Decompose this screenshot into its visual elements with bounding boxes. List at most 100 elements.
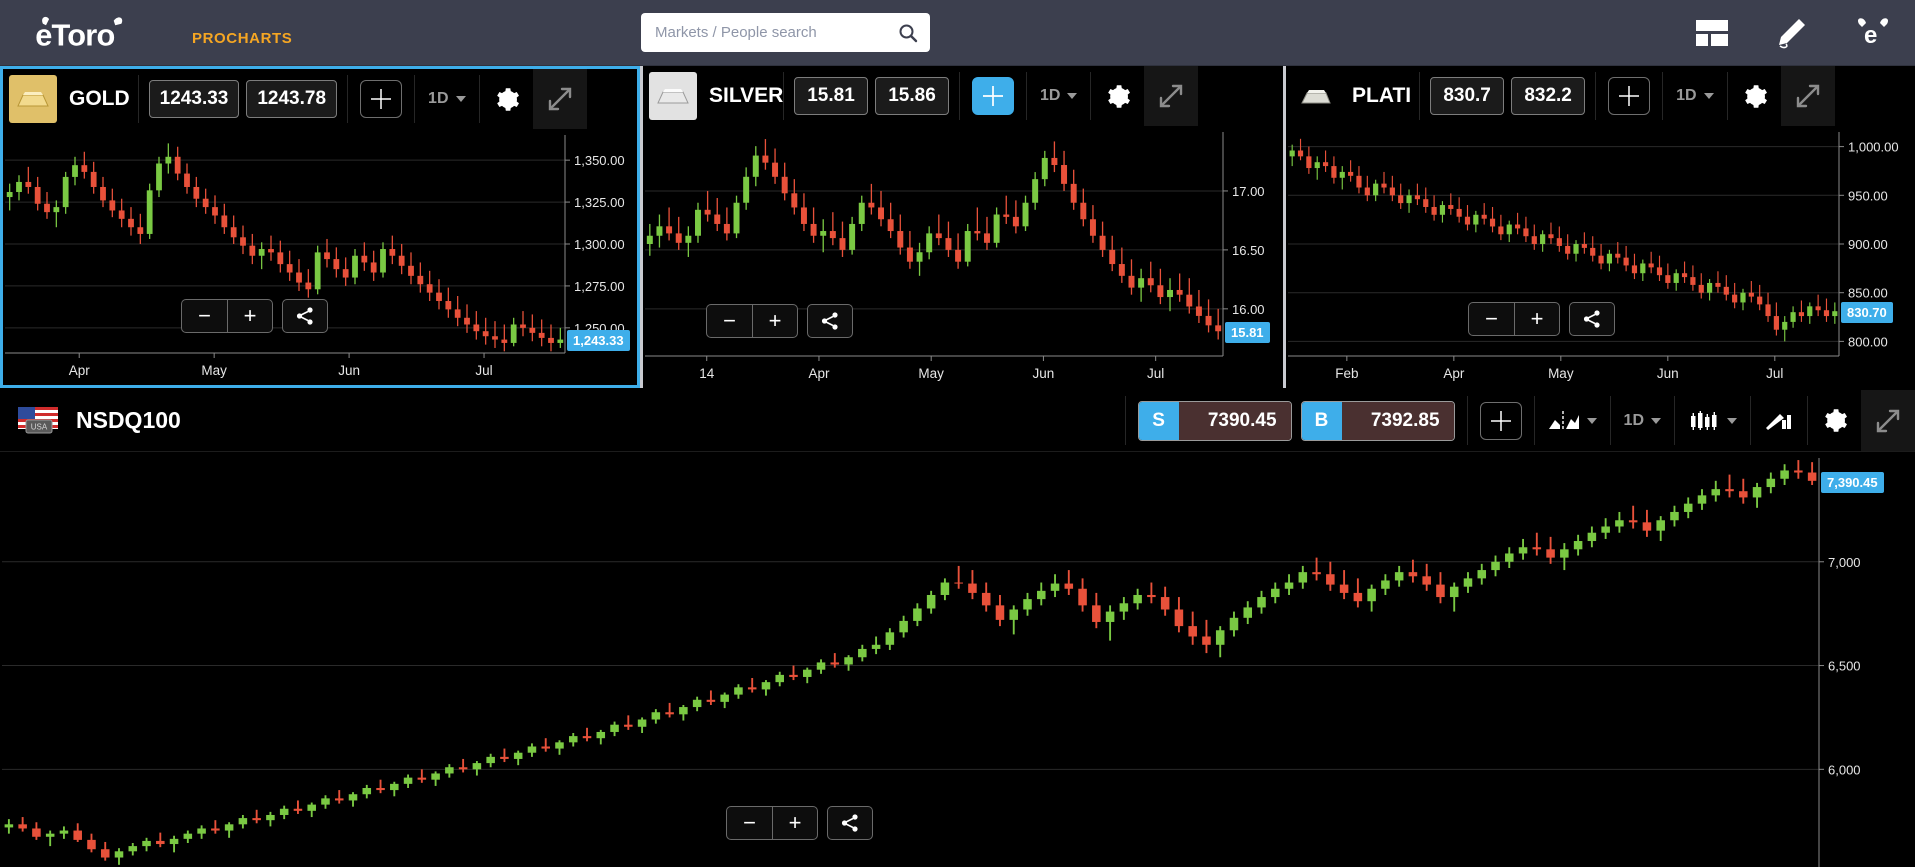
chart-body-platinum[interactable]: 1,000.00950.00900.00850.00800.00FebAprMa… bbox=[1286, 126, 1915, 388]
chart-panel-gold[interactable]: GOLD 1243.33 1243.78 1D bbox=[0, 66, 640, 388]
expand-icon bbox=[1875, 408, 1901, 434]
current-price-badge: 830.70 bbox=[1841, 302, 1893, 323]
price-group-silver: 15.81 15.86 bbox=[784, 66, 959, 126]
symbol-name-gold: GOLD bbox=[57, 69, 138, 129]
crosshair-icon bbox=[1488, 408, 1514, 434]
share-button-platinum[interactable] bbox=[1569, 302, 1615, 336]
zoom-out-button-platinum[interactable]: − bbox=[1468, 302, 1514, 336]
timeframe-dropdown-platinum[interactable]: 1D bbox=[1663, 87, 1726, 105]
expand-button-silver[interactable] bbox=[1144, 66, 1198, 126]
expand-button-nsdq100[interactable] bbox=[1861, 390, 1915, 451]
crosshair-button-platinum[interactable] bbox=[1608, 77, 1650, 115]
expand-button-platinum[interactable] bbox=[1781, 66, 1835, 126]
svg-text:6,000: 6,000 bbox=[1828, 762, 1861, 777]
zoom-out-button-gold[interactable]: − bbox=[181, 299, 227, 333]
search-box[interactable] bbox=[641, 13, 930, 52]
indicators-button-nsdq100[interactable] bbox=[1751, 408, 1807, 434]
panel-header-nsdq100: USA NSDQ100 S 7390.45 B 7392.85 bbox=[0, 390, 1915, 452]
share-button-silver[interactable] bbox=[807, 304, 853, 338]
candlestick-plot-platinum[interactable]: 1,000.00950.00900.00850.00800.00FebAprMa… bbox=[1286, 126, 1915, 388]
search-button[interactable] bbox=[886, 13, 930, 52]
divider bbox=[1467, 396, 1468, 445]
svg-text:Apr: Apr bbox=[808, 366, 830, 381]
panel-header-platinum: PLATI 830.7 832.2 1D bbox=[1286, 66, 1915, 126]
current-price-badge: 1,243.33 bbox=[567, 330, 630, 351]
expand-button-gold[interactable] bbox=[533, 69, 587, 129]
chevron-down-icon bbox=[1651, 418, 1661, 424]
chart-panel-silver[interactable]: SILVER 15.81 15.86 1D bbox=[643, 66, 1283, 388]
sell-value: 7390.45 bbox=[1179, 402, 1291, 440]
chart-type-dropdown-nsdq100[interactable] bbox=[1675, 408, 1750, 434]
candlestick-plot-nsdq100[interactable]: 7,0006,5006,0005,500JunJulAugSepOctNovDe… bbox=[0, 452, 1915, 867]
zoom-in-button-platinum[interactable]: + bbox=[1514, 302, 1560, 336]
svg-text:Jun: Jun bbox=[1657, 366, 1679, 381]
zoom-in-button-silver[interactable]: + bbox=[752, 304, 798, 338]
sell-price-nsdq100[interactable]: S 7390.45 bbox=[1138, 401, 1292, 441]
crosshair-button-nsdq100[interactable] bbox=[1480, 402, 1522, 440]
svg-text:Jul: Jul bbox=[1766, 366, 1783, 381]
buy-price-nsdq100[interactable]: B 7392.85 bbox=[1301, 401, 1455, 441]
timeframe-label: 1D bbox=[1676, 87, 1696, 105]
candlestick-plot-gold[interactable]: 1,350.001,325.001,300.001,275.001,250.00… bbox=[3, 129, 637, 385]
zoom-out-button-silver[interactable]: − bbox=[706, 304, 752, 338]
share-icon bbox=[295, 306, 315, 326]
svg-text:Jul: Jul bbox=[1147, 366, 1164, 381]
svg-text:May: May bbox=[201, 363, 227, 378]
chart-panel-nsdq100[interactable]: USA NSDQ100 S 7390.45 B 7392.85 bbox=[0, 390, 1915, 867]
header-icon-group: e bbox=[1695, 0, 1893, 66]
sell-price-silver[interactable]: 15.81 bbox=[794, 77, 868, 115]
settings-gear-platinum[interactable] bbox=[1728, 83, 1781, 110]
pencil-icon[interactable] bbox=[1773, 16, 1809, 50]
gear-icon bbox=[1741, 83, 1768, 110]
chart-body-silver[interactable]: 17.0016.5016.0014AprMayJunJul15.81 − + bbox=[643, 126, 1283, 388]
chart-body-nsdq100[interactable]: 7,0006,5006,0005,500JunJulAugSepOctNovDe… bbox=[0, 452, 1915, 867]
platinum-bar-icon bbox=[1292, 72, 1340, 120]
compare-chart-button-nsdq100[interactable] bbox=[1535, 409, 1610, 433]
svg-text:Apr: Apr bbox=[69, 363, 91, 378]
expand-icon bbox=[1158, 83, 1184, 109]
crosshair-button-gold[interactable] bbox=[360, 80, 402, 118]
candlestick-plot-silver[interactable]: 17.0016.5016.0014AprMayJunJul15.81 bbox=[643, 126, 1283, 388]
zoom-in-button-nsdq100[interactable]: + bbox=[772, 806, 818, 840]
svg-text:14: 14 bbox=[699, 366, 715, 381]
search-input[interactable] bbox=[641, 24, 886, 41]
share-icon bbox=[820, 311, 840, 331]
sell-price-gold[interactable]: 1243.33 bbox=[149, 80, 240, 118]
sell-price-platinum[interactable]: 830.7 bbox=[1430, 77, 1504, 115]
chart-body-gold[interactable]: 1,350.001,325.001,300.001,275.001,250.00… bbox=[3, 129, 637, 385]
chevron-down-icon bbox=[1704, 93, 1714, 99]
buy-price-platinum[interactable]: 832.2 bbox=[1511, 77, 1585, 115]
buy-price-silver[interactable]: 15.86 bbox=[875, 77, 949, 115]
share-button-nsdq100[interactable] bbox=[827, 806, 873, 840]
svg-text:16.50: 16.50 bbox=[1232, 243, 1265, 258]
svg-text:eToro: eToro bbox=[35, 17, 114, 52]
crosshair-button-silver[interactable] bbox=[972, 77, 1014, 115]
settings-gear-nsdq100[interactable] bbox=[1808, 407, 1861, 434]
svg-text:USA: USA bbox=[31, 423, 48, 432]
svg-text:May: May bbox=[918, 366, 944, 381]
chart-panel-platinum[interactable]: PLATI 830.7 832.2 1D bbox=[1286, 66, 1915, 388]
chevron-down-icon bbox=[456, 96, 466, 102]
etoro-bull-icon[interactable]: e bbox=[1853, 15, 1893, 51]
divider bbox=[959, 72, 960, 120]
price-group-nsdq100: S 7390.45 B 7392.85 bbox=[1126, 390, 1467, 451]
buy-price-gold[interactable]: 1243.78 bbox=[246, 80, 337, 118]
svg-text:Jul: Jul bbox=[475, 363, 492, 378]
zoom-out-button-nsdq100[interactable]: − bbox=[726, 806, 772, 840]
settings-gear-gold[interactable] bbox=[480, 86, 533, 113]
share-icon bbox=[1582, 309, 1602, 329]
layout-grid-icon[interactable] bbox=[1695, 18, 1729, 48]
timeframe-dropdown-nsdq100[interactable]: 1D bbox=[1611, 412, 1674, 430]
svg-text:Apr: Apr bbox=[1443, 366, 1465, 381]
share-button-gold[interactable] bbox=[282, 299, 328, 333]
zoom-in-button-gold[interactable]: + bbox=[227, 299, 273, 333]
panel-header-gold: GOLD 1243.33 1243.78 1D bbox=[3, 69, 637, 129]
zoom-pair: − + bbox=[706, 304, 798, 338]
settings-gear-silver[interactable] bbox=[1091, 83, 1144, 110]
timeframe-dropdown-gold[interactable]: 1D bbox=[415, 90, 478, 108]
timeframe-dropdown-silver[interactable]: 1D bbox=[1027, 87, 1090, 105]
brand-logo[interactable]: eToro PROCHARTS bbox=[0, 13, 292, 53]
gear-icon bbox=[1104, 83, 1131, 110]
svg-text:Jun: Jun bbox=[1033, 366, 1055, 381]
timeframe-label: 1D bbox=[428, 90, 448, 108]
